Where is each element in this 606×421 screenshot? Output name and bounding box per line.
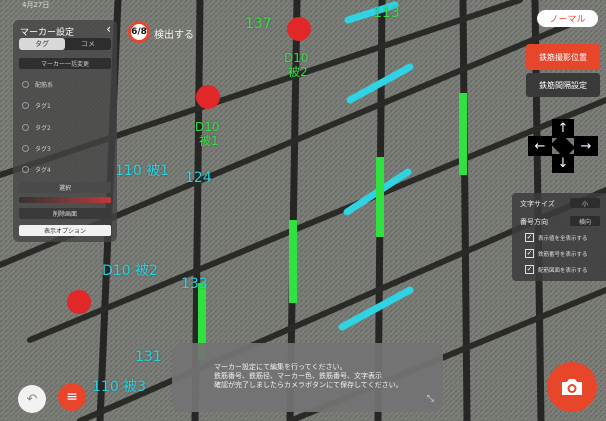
option-item[interactable]: タグ2 [22,121,51,133]
status-bar: 4月27日 [0,0,606,10]
option-label: タグ1 [35,102,51,110]
direction-select[interactable]: 横向 [570,216,600,226]
direction-label: 番号方向 [520,218,548,226]
radio-icon [22,144,29,152]
direction-pad: ↑ ← → ↓ [528,119,598,173]
collapse-icon[interactable]: ‹ [106,22,111,36]
color-slider[interactable] [19,197,111,203]
option-item[interactable]: 配筋系 [22,78,53,90]
text-settings-panel: 文字サイズ 小 番号方向 横向 ✓ 表示値を全表示する ✓ 鉄筋番号を表示する ✓ 配… [512,193,606,281]
option-label: タグ3 [35,145,51,153]
checkbox-row[interactable]: ✓ 鉄筋番号を表示する [525,249,588,258]
marker-settings-panel: マーカー設定 ‹ タグ コメ マーカー一括変更 配筋系 タグ1 タグ2 タグ3 … [13,20,117,242]
label-d10-2: D10 被2 [102,263,158,279]
display-options-button[interactable]: 表示オプション [19,225,111,236]
tab-comment[interactable]: コメ [65,38,111,50]
label-131: 131 [135,349,162,365]
batch-change-button[interactable]: マーカー一括変更 [19,58,111,69]
label-124: 124 [185,170,212,186]
radio-icon [22,101,29,109]
checkbox-label: 鉄筋番号を表示する [538,251,588,258]
status-time: 4月27日 [22,1,50,9]
delete-screen-button[interactable]: 削除画面 [19,208,111,219]
instruction-box: マーカー設定にて編集を行ってください。 鉄筋番号、鉄筋径、マーカー色、鉄筋番号、… [172,343,443,412]
checkbox-checked-icon: ✓ [525,233,534,242]
checkbox-label: 配筋図面を表示する [538,267,588,274]
radio-icon [22,165,29,173]
checkbox-checked-icon: ✓ [525,249,534,258]
radio-icon [22,80,29,88]
checkbox-label: 表示値を全表示する [538,235,588,242]
option-item[interactable]: タグ1 [22,99,51,111]
label-d10-top-sub: 被2 [288,65,308,79]
marker-count-badge: 6/8 [128,21,150,43]
checkbox-row[interactable]: ✓ 表示値を全表示する [525,233,588,242]
option-label: 配筋系 [35,81,54,89]
radio-icon [22,123,29,131]
label-d10-top: D10 [284,51,309,65]
mode-button[interactable]: ノーマル [537,10,598,27]
option-item[interactable]: タグ4 [22,163,51,175]
option-label: タグ4 [35,166,51,174]
camera-button[interactable] [547,362,597,412]
option-item[interactable]: タグ3 [22,142,51,154]
label-110-3: 110 被3 [92,379,147,395]
label-133: 133 [181,276,208,292]
text-size-label: 文字サイズ [520,200,555,208]
arrow-right-icon[interactable]: → [574,136,598,156]
label-137: 137 [245,16,272,32]
expand-icon[interactable]: ⤡ [427,395,434,404]
spacing-settings-button[interactable]: 鉄筋間隔設定 [526,73,600,97]
option-label: タグ2 [35,124,51,132]
undo-button[interactable]: ↶ [18,385,46,413]
label-110-1: 110 被1 [115,163,170,179]
camera-icon [562,379,582,395]
tab-tag[interactable]: タグ [19,38,65,50]
select-button[interactable]: 選択 [19,182,111,193]
label-d10-mid-sub: 被1 [199,134,219,148]
checkbox-row[interactable]: ✓ 配筋図面を表示する [525,265,588,274]
panel-title: マーカー設定 [20,28,75,38]
menu-button[interactable]: ≡ [58,383,86,411]
label-d10-mid: D10 [195,120,220,134]
capture-position-button[interactable]: 鉄筋撮影位置 [526,44,600,70]
arrow-left-icon[interactable]: ← [528,136,552,156]
panel-tabs: タグ コメ [19,38,111,50]
checkbox-checked-icon: ✓ [525,265,534,274]
text-size-select[interactable]: 小 [570,198,600,208]
instruction-text: マーカー設定にて編集を行ってください。 鉄筋番号、鉄筋径、マーカー色、鉄筋番号、… [214,363,403,389]
count-label: 検出する [154,30,194,41]
